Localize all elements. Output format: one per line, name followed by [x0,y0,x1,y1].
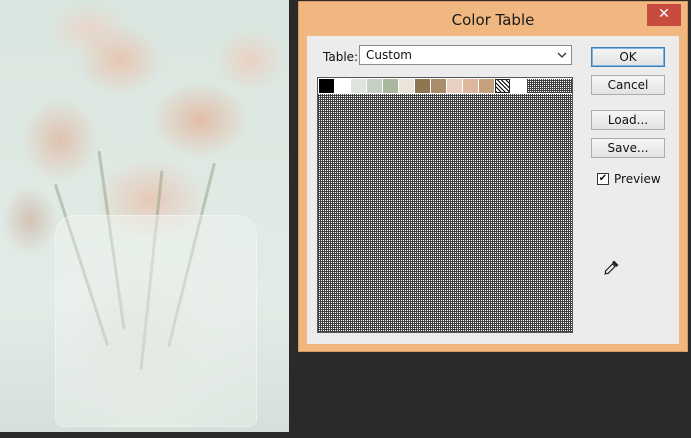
table-select[interactable]: Custom [359,45,572,65]
color-swatch[interactable] [479,79,494,93]
color-swatch[interactable] [351,79,366,93]
preview-checkbox[interactable]: ✔ [597,173,609,185]
background-photo-flowers [0,0,289,432]
load-button[interactable]: Load... [591,110,665,130]
dialog-client-area: Table: Custom OK Cancel Load... Save... … [307,36,679,344]
transparent-swatch[interactable] [495,79,510,93]
empty-color-cells [318,94,572,332]
dialog-titlebar[interactable]: Color Table ✕ [299,2,687,36]
color-swatch[interactable] [335,79,350,93]
eyedropper-icon[interactable] [603,258,621,276]
color-swatch[interactable] [415,79,430,93]
color-swatch[interactable] [431,79,446,93]
color-swatch[interactable] [319,79,334,93]
color-swatch[interactable] [399,79,414,93]
color-swatches-row [319,79,511,93]
color-swatch[interactable] [367,79,382,93]
workspace-bg [0,432,289,438]
empty-color-cells [527,79,572,93]
table-select-value: Custom [366,48,412,62]
color-swatch[interactable] [383,79,398,93]
ok-button[interactable]: OK [591,47,665,67]
close-button[interactable]: ✕ [647,4,681,26]
close-icon: ✕ [658,6,670,22]
preview-label: Preview [614,172,661,186]
dialog-title: Color Table [451,11,535,29]
workspace-bg [289,352,691,438]
color-table-dialog: Color Table ✕ Table: Custom OK Cancel Lo… [298,1,688,352]
cancel-button[interactable]: Cancel [591,75,665,95]
color-swatch[interactable] [463,79,478,93]
save-button[interactable]: Save... [591,138,665,158]
table-label: Table: [323,50,359,64]
chevron-down-icon [557,46,567,71]
color-swatch[interactable] [447,79,462,93]
photo-jar [55,215,257,427]
color-table-grid[interactable] [317,77,573,333]
checkmark-icon: ✔ [598,173,608,184]
